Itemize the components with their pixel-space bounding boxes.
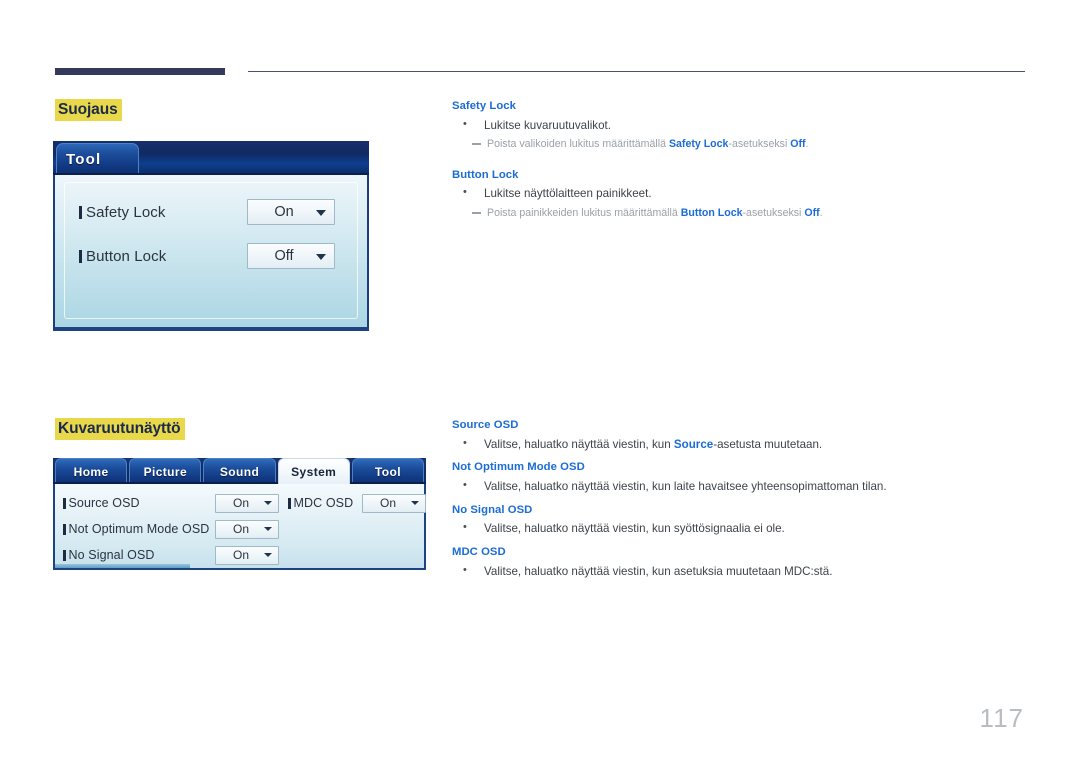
bullet-source-osd-post: -asetusta muutetaan.	[713, 437, 823, 451]
chevron-down-icon	[316, 209, 326, 216]
osd-tab-tool-label: Tool	[66, 150, 102, 168]
bullet-bar-icon	[63, 549, 66, 561]
osd-system-tabbar: Home Picture Sound System Tool	[53, 458, 426, 484]
note-safety-lock-pre: Poista valikoiden lukitus määrittämällä	[487, 138, 669, 151]
osd-row-not-optimum-mode-osd-label: Not Optimum Mode OSD	[68, 522, 210, 536]
osd-tab-tool[interactable]: Tool	[56, 143, 139, 174]
osd-row-button-lock: Button Lock Off	[79, 239, 355, 273]
osd-tab-picture-label: Picture	[143, 464, 188, 479]
bullet-source-osd-bold: Source	[673, 437, 714, 451]
note-safety-lock-bold1: Safety Lock	[668, 138, 729, 151]
header-rule-thin	[248, 71, 1025, 73]
bullet-bar-icon	[288, 497, 291, 509]
osd-system-right-column: MDC OSD On	[279, 484, 426, 568]
header-rule-thick	[55, 68, 225, 75]
osd-dropdown-safety-lock[interactable]: On	[247, 199, 335, 225]
text-column-security: Safety Lock Lukitse kuvaruutuvalikot. Po…	[452, 99, 1022, 226]
term-not-optimum-mode-osd: Not Optimum Mode OSD	[452, 461, 585, 474]
osd-row-mdc-osd: MDC OSD On	[288, 491, 426, 515]
osd-row-source-osd: Source OSD On	[63, 491, 279, 515]
osd-row-button-lock-label: Button Lock	[86, 247, 167, 265]
chevron-down-icon	[316, 253, 326, 260]
bullet-not-optimum-mode-osd: Valitse, haluatko näyttää viestin, kun l…	[452, 478, 1022, 495]
osd-system-body: Source OSD On Not Optimum Mode OSD On No…	[53, 484, 426, 570]
osd-row-not-optimum-mode-osd: Not Optimum Mode OSD On	[63, 517, 279, 541]
osd-dropdown-mdc-osd[interactable]: On	[362, 493, 426, 513]
osd-screenshot-system: Home Picture Sound System Tool Source OS…	[53, 458, 426, 570]
term-no-signal-osd: No Signal OSD	[452, 503, 533, 516]
text-column-osd: Source OSD Valitse, haluatko näyttää vie…	[452, 418, 1022, 583]
bullet-bar-icon	[79, 249, 82, 263]
chevron-down-icon	[264, 527, 272, 531]
manual-page: Suojaus Tool Safety Lock On Button Lock …	[0, 0, 1080, 763]
chevron-down-icon	[411, 501, 419, 505]
term-safety-lock: Safety Lock	[452, 100, 516, 112]
note-safety-lock-post: .	[805, 138, 809, 151]
note-safety-lock-mid: -asetukseksi	[728, 138, 791, 151]
osd-row-button-lock-label-wrap: Button Lock	[79, 248, 247, 265]
osd-tab-picture[interactable]: Picture	[129, 458, 202, 484]
bullet-bar-icon	[63, 497, 66, 509]
osd-system-scroll-indicator[interactable]	[55, 564, 190, 568]
osd-tool-topbar: Tool	[53, 141, 369, 175]
bullet-bar-icon	[79, 205, 82, 219]
osd-system-left-column: Source OSD On Not Optimum Mode OSD On No…	[55, 484, 279, 568]
section-heading-kuvaruutunaytto: Kuvaruutunäyttö	[55, 418, 185, 441]
bullet-button-lock: Lukitse näyttölaitteen painikkeet.	[452, 185, 1022, 202]
bullet-no-signal-osd: Valitse, haluatko näyttää viestin, kun s…	[452, 520, 1022, 537]
note-button-lock-pre: Poista painikkeiden lukitus määrittämäll…	[487, 206, 681, 219]
osd-row-safety-lock-label: Safety Lock	[86, 203, 166, 221]
note-button-lock-bold2: Off	[804, 206, 820, 219]
osd-tab-home-label: Home	[73, 464, 109, 479]
note-button-lock-mid: -asetukseksi	[742, 206, 805, 219]
note-safety-lock: Poista valikoiden lukitus määrittämällä …	[452, 137, 1022, 151]
note-button-lock: Poista painikkeiden lukitus määrittämäll…	[452, 206, 1022, 220]
osd-row-no-signal-osd-label-wrap: No Signal OSD	[63, 548, 215, 562]
bullet-bar-icon	[63, 523, 66, 535]
bullet-safety-lock: Lukitse kuvaruutuvalikot.	[452, 117, 1022, 134]
chevron-down-icon	[264, 553, 272, 557]
osd-dropdown-button-lock[interactable]: Off	[247, 243, 335, 269]
osd-row-mdc-osd-label: MDC OSD	[293, 496, 354, 510]
osd-row-safety-lock-label-wrap: Safety Lock	[79, 204, 247, 221]
term-mdc-osd: MDC OSD	[452, 545, 506, 558]
bullet-source-osd: Valitse, haluatko näyttää viestin, kun S…	[452, 436, 1022, 453]
osd-dropdown-no-signal-osd[interactable]: On	[215, 545, 279, 565]
bullet-mdc-osd: Valitse, haluatko näyttää viestin, kun a…	[452, 563, 1022, 580]
osd-screenshot-tool: Tool Safety Lock On Button Lock Off	[53, 141, 369, 331]
osd-row-source-osd-label-wrap: Source OSD	[63, 496, 215, 510]
osd-dropdown-not-optimum-mode-osd[interactable]: On	[215, 519, 279, 539]
page-number: 117	[979, 703, 1024, 733]
osd-tab-system-label: System	[291, 464, 337, 479]
osd-row-no-signal-osd-label: No Signal OSD	[68, 548, 155, 562]
osd-tab-tool2-label: Tool	[374, 464, 401, 479]
osd-tab-home[interactable]: Home	[55, 458, 128, 484]
osd-dropdown-source-osd[interactable]: On	[215, 493, 279, 513]
chevron-down-icon	[264, 501, 272, 505]
osd-tab-sound-label: Sound	[219, 464, 260, 479]
osd-tab-sound[interactable]: Sound	[203, 458, 276, 484]
osd-tool-body: Safety Lock On Button Lock Off	[53, 175, 369, 331]
osd-row-mdc-osd-label-wrap: MDC OSD	[288, 496, 362, 510]
osd-row-source-osd-label: Source OSD	[68, 496, 140, 510]
bullet-source-osd-pre: Valitse, haluatko näyttää viestin, kun	[484, 437, 674, 451]
note-button-lock-post: .	[819, 206, 823, 219]
note-safety-lock-bold2: Off	[790, 138, 806, 151]
header-rule	[55, 68, 1025, 78]
note-button-lock-bold1: Button Lock	[680, 206, 743, 219]
osd-tab-tool2[interactable]: Tool	[351, 458, 425, 484]
term-source-osd: Source OSD	[452, 419, 519, 431]
osd-row-safety-lock: Safety Lock On	[79, 195, 355, 229]
osd-tab-system[interactable]: System	[277, 458, 350, 484]
term-button-lock: Button Lock	[452, 168, 519, 181]
osd-row-not-optimum-mode-osd-label-wrap: Not Optimum Mode OSD	[63, 522, 215, 536]
section-heading-suojaus: Suojaus	[55, 99, 122, 122]
